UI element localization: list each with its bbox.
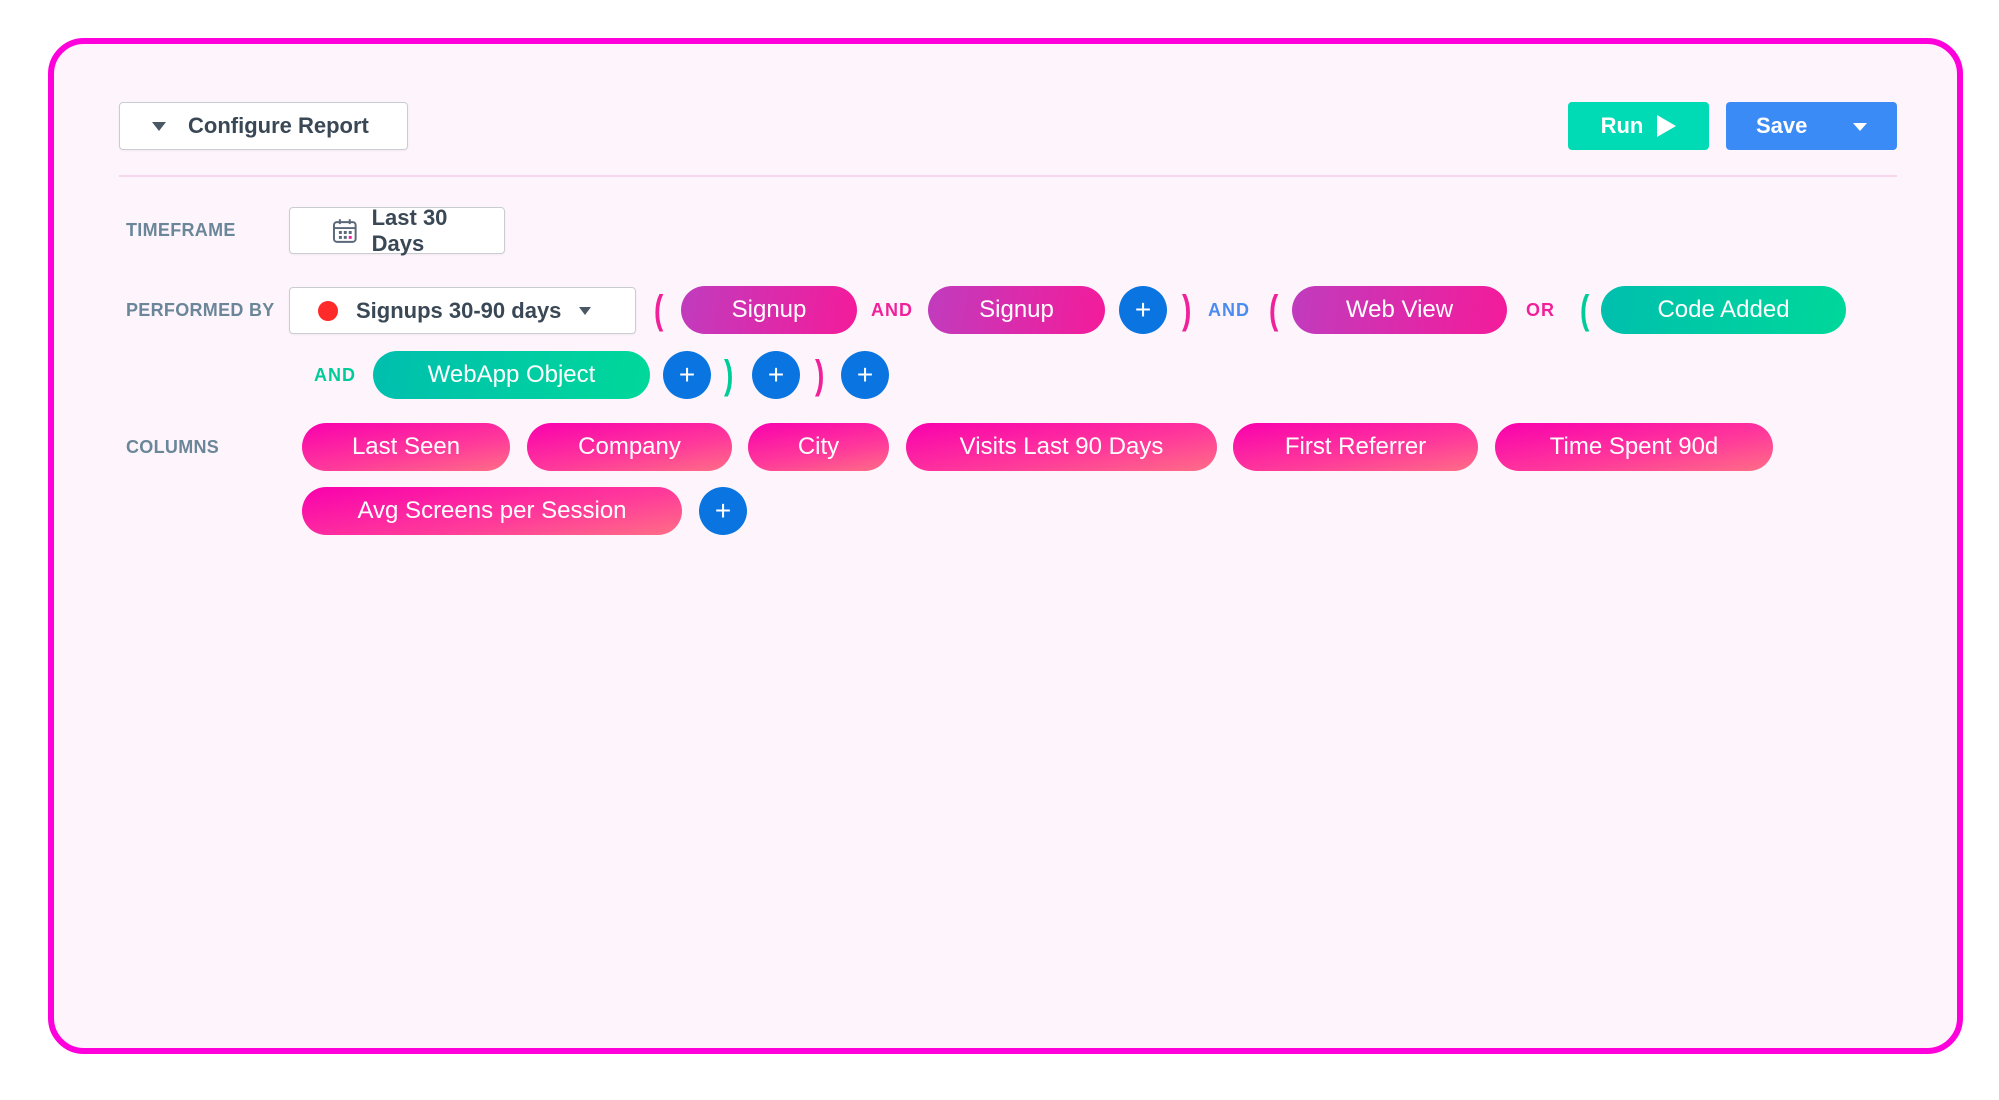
event-label: Signup [979,296,1054,323]
column-pill[interactable]: Time Spent 90d [1495,423,1773,471]
operator-and[interactable]: AND [871,286,913,334]
event-pill-web-view[interactable]: Web View [1292,286,1507,334]
column-label: City [797,433,840,460]
group-close-paren: ) [1181,288,1192,332]
plus-icon: + [1134,294,1152,325]
event-label: Web View [1345,296,1454,323]
column-label: Last Seen [351,433,461,460]
column-pill[interactable]: City [748,423,889,471]
column-pill[interactable]: Company [527,423,732,471]
column-label: Company [578,433,681,460]
save-dropdown-caret-icon[interactable] [1853,123,1867,131]
save-label: Save [1756,113,1808,138]
group-open-paren: ( [653,288,664,332]
column-pill[interactable]: Last Seen [302,423,510,471]
group-close-paren: ) [723,353,734,397]
performed-by-label: PERFORMED BY [126,300,275,320]
group-open-paren: ( [1579,288,1590,332]
event-pill-webapp-object[interactable]: WebApp Object [373,351,650,399]
configure-report-label: Configure Report [188,113,369,138]
plus-icon: + [714,495,732,526]
plus-icon: + [856,359,874,390]
operator-and[interactable]: AND [314,351,356,399]
group-open-paren: ( [1268,288,1279,332]
configure-report-button[interactable]: Configure Report [119,102,408,150]
plus-icon: + [767,359,785,390]
add-column-button[interactable]: + [699,487,747,535]
report-panel [48,38,1963,1054]
timeframe-label: TIMEFRAME [126,220,236,240]
caret-down-icon [579,306,592,315]
column-pill[interactable]: First Referrer [1233,423,1478,471]
column-label: Time Spent 90d [1549,433,1719,460]
event-pill-signup[interactable]: Signup [681,286,857,334]
add-condition-button[interactable]: + [752,351,800,399]
run-button[interactable]: Run [1568,102,1709,150]
event-label: Code Added [1657,296,1790,323]
save-button[interactable]: Save [1726,102,1897,150]
operator-and[interactable]: AND [1208,286,1250,334]
group-close-paren: ) [814,353,825,397]
run-label: Run [1600,113,1644,138]
event-label: Signup [731,296,807,323]
timeframe-value: Last 30 Days [371,204,448,256]
calendar-icon [332,218,357,243]
column-label: Visits Last 90 Days [959,433,1164,460]
column-pill[interactable]: Visits Last 90 Days [906,423,1217,471]
event-label: WebApp Object [427,361,596,388]
segment-dropdown[interactable]: Signups 30-90 days [289,287,636,334]
plus-icon: + [678,359,696,390]
column-label: Avg Screens per Session [357,497,627,524]
add-condition-button[interactable]: + [663,351,711,399]
segment-value: Signups 30-90 days [356,297,562,323]
event-pill-signup[interactable]: Signup [928,286,1105,334]
timeframe-button[interactable]: Last 30 Days [289,204,505,256]
play-icon [1657,115,1677,137]
caret-down-icon [152,121,166,131]
columns-label: COLUMNS [126,437,220,457]
add-condition-button[interactable]: + [841,351,889,399]
segment-color-dot-icon [318,300,338,321]
operator-or[interactable]: OR [1526,286,1555,334]
add-condition-button[interactable]: + [1119,286,1167,334]
event-pill-code-added[interactable]: Code Added [1601,286,1846,334]
column-pill[interactable]: Avg Screens per Session [302,487,682,535]
column-label: First Referrer [1284,433,1427,460]
header-divider [119,175,1897,177]
